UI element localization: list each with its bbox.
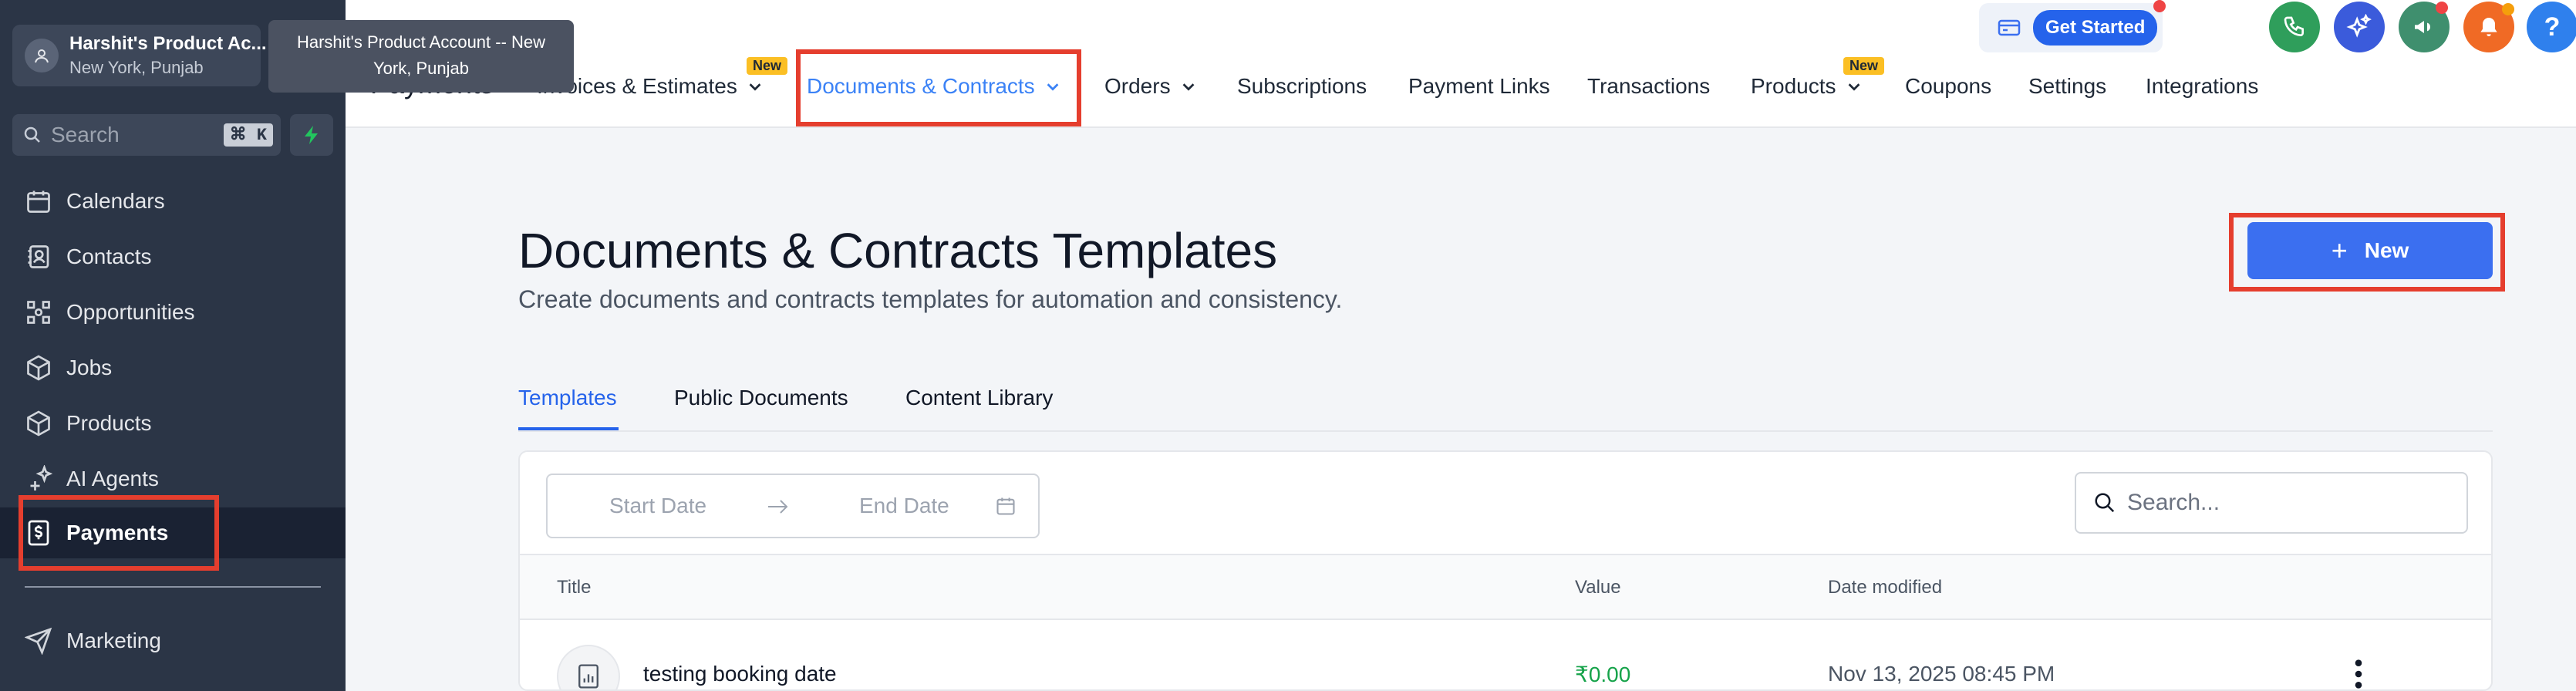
sidebar-item-label: Jobs — [66, 356, 113, 379]
table-header: Title Value Date modified — [520, 554, 2491, 620]
notification-dot — [2502, 3, 2514, 15]
column-date-modified: Date modified — [1828, 577, 1943, 598]
account-switcher[interactable]: Harshit's Product Ac... New York, Punjab — [12, 25, 267, 86]
new-button-highlight — [2229, 213, 2505, 292]
sidebar-item-label: AI Agents — [66, 467, 159, 490]
table-row[interactable]: testing booking date ₹0.00 Nov 13, 2025 … — [520, 620, 2491, 689]
calendar-icon — [996, 497, 1015, 515]
search-placeholder: Search... — [2127, 490, 2220, 515]
quick-action-button[interactable] — [290, 114, 333, 156]
row-date-modified: Nov 13, 2025 08:45 PM — [1828, 662, 2055, 686]
date-range-picker[interactable]: Start Date End Date — [546, 474, 1040, 538]
document-chart-icon — [557, 645, 620, 689]
start-date-placeholder: Start Date — [609, 494, 707, 517]
chevron-down-icon — [1182, 83, 1194, 91]
payments-highlight — [19, 495, 219, 571]
search-icon — [2095, 493, 2115, 513]
active-tab-indicator — [518, 427, 619, 430]
end-date-placeholder: End Date — [859, 494, 949, 517]
sidebar-item-calendars[interactable]: Calendars — [0, 176, 346, 227]
box-icon — [27, 410, 50, 437]
tab-subscriptions[interactable]: Subscriptions — [1237, 74, 1367, 99]
more-options-icon[interactable] — [2349, 659, 2368, 689]
sidebar-item-jobs[interactable]: Jobs — [0, 342, 346, 393]
tab-label: Products — [1751, 74, 1836, 98]
tab-transactions[interactable]: Transactions — [1587, 74, 1710, 99]
template-search-input[interactable]: Search... — [2075, 472, 2468, 534]
column-title: Title — [557, 577, 592, 598]
sidebar-item-opportunities[interactable]: Opportunities — [0, 287, 346, 338]
arrow-right-icon — [768, 500, 788, 514]
column-value: Value — [1575, 577, 1621, 598]
sidebar-item-marketing[interactable]: Marketing — [0, 615, 346, 666]
tabs-divider — [518, 430, 2493, 432]
account-avatar-icon — [25, 39, 59, 72]
page-heading: Documents & Contracts Templates — [518, 223, 1278, 278]
account-location: New York, Punjab — [69, 58, 204, 77]
box-icon — [27, 355, 50, 381]
send-icon — [25, 627, 52, 655]
bell-icon — [2480, 18, 2497, 36]
notification-dot — [2153, 0, 2166, 12]
question-icon: ? — [2544, 12, 2561, 42]
card-icon — [1998, 19, 2021, 36]
sparkle-icon — [30, 465, 52, 490]
notification-dot — [2436, 2, 2448, 14]
content-tab-content-library[interactable]: Content Library — [905, 386, 1053, 410]
tab-label: Transactions — [1587, 74, 1711, 98]
page-subtitle: Create documents and contracts templates… — [518, 285, 1343, 313]
sidebar: Harshit's Product Ac... New York, Punjab… — [0, 0, 346, 691]
sparkle-icon — [2346, 14, 2372, 38]
account-tooltip: Harshit's Product Account -- New York, P… — [268, 20, 574, 93]
sidebar-search-placeholder: Search — [51, 123, 120, 147]
tab-label: Integrations — [2146, 74, 2259, 98]
new-badge: New — [1843, 57, 1885, 75]
tab-settings[interactable]: Settings — [2028, 74, 2106, 99]
sidebar-item-label: Products — [66, 411, 152, 435]
tab-label: Orders — [1104, 74, 1171, 98]
search-shortcut: ⌘ K — [223, 123, 273, 147]
sidebar-item-contacts[interactable]: Contacts — [0, 231, 346, 282]
tab-payment-links[interactable]: Payment Links — [1408, 74, 1550, 99]
documents-tab-highlight — [796, 49, 1081, 126]
row-value: ₹0.00 — [1575, 662, 1631, 686]
chevron-down-icon — [1848, 83, 1860, 91]
tab-integrations[interactable]: Integrations — [2146, 74, 2258, 99]
tab-products[interactable]: Products — [1751, 74, 1863, 99]
opportunities-icon — [27, 301, 50, 324]
chevron-down-icon — [749, 83, 761, 91]
sidebar-item-label: Opportunities — [66, 300, 195, 324]
tab-label: Subscriptions — [1237, 74, 1367, 98]
help-button[interactable]: ? — [2527, 2, 2576, 52]
tab-label: Coupons — [1905, 74, 1992, 98]
calendar-icon — [27, 190, 50, 213]
get-started-button[interactable]: Get Started — [2033, 10, 2158, 46]
get-started-widget[interactable]: Get Started — [1979, 3, 2163, 52]
sidebar-item-label: Calendars — [66, 189, 165, 213]
content-tab-templates[interactable]: Templates — [518, 386, 617, 410]
contacts-icon — [28, 245, 49, 268]
content-tab-public-documents[interactable]: Public Documents — [674, 386, 848, 410]
row-title: testing booking date — [643, 662, 837, 686]
top-bar — [346, 0, 2576, 128]
sidebar-search[interactable]: Search ⌘ K — [12, 114, 281, 156]
sidebar-divider — [25, 586, 321, 588]
tab-label: Settings — [2028, 74, 2107, 98]
account-name: Harshit's Product Ac... — [69, 33, 267, 54]
phone-button[interactable] — [2269, 2, 2320, 52]
tab-orders[interactable]: Orders — [1104, 74, 1197, 99]
sidebar-item-label: Marketing — [66, 629, 161, 652]
tab-coupons[interactable]: Coupons — [1905, 74, 1991, 99]
search-icon — [24, 126, 40, 143]
templates-card: Start Date End Date Search... Title Valu… — [518, 450, 2493, 691]
tab-label: Payment Links — [1408, 74, 1550, 98]
new-badge: New — [747, 57, 788, 75]
bolt-icon — [305, 126, 318, 144]
sidebar-item-products[interactable]: Products — [0, 398, 346, 449]
sidebar-item-label: Contacts — [66, 244, 152, 268]
megaphone-icon — [2415, 21, 2430, 33]
phone-icon — [2284, 16, 2304, 37]
ai-assistant-button[interactable] — [2334, 2, 2385, 52]
